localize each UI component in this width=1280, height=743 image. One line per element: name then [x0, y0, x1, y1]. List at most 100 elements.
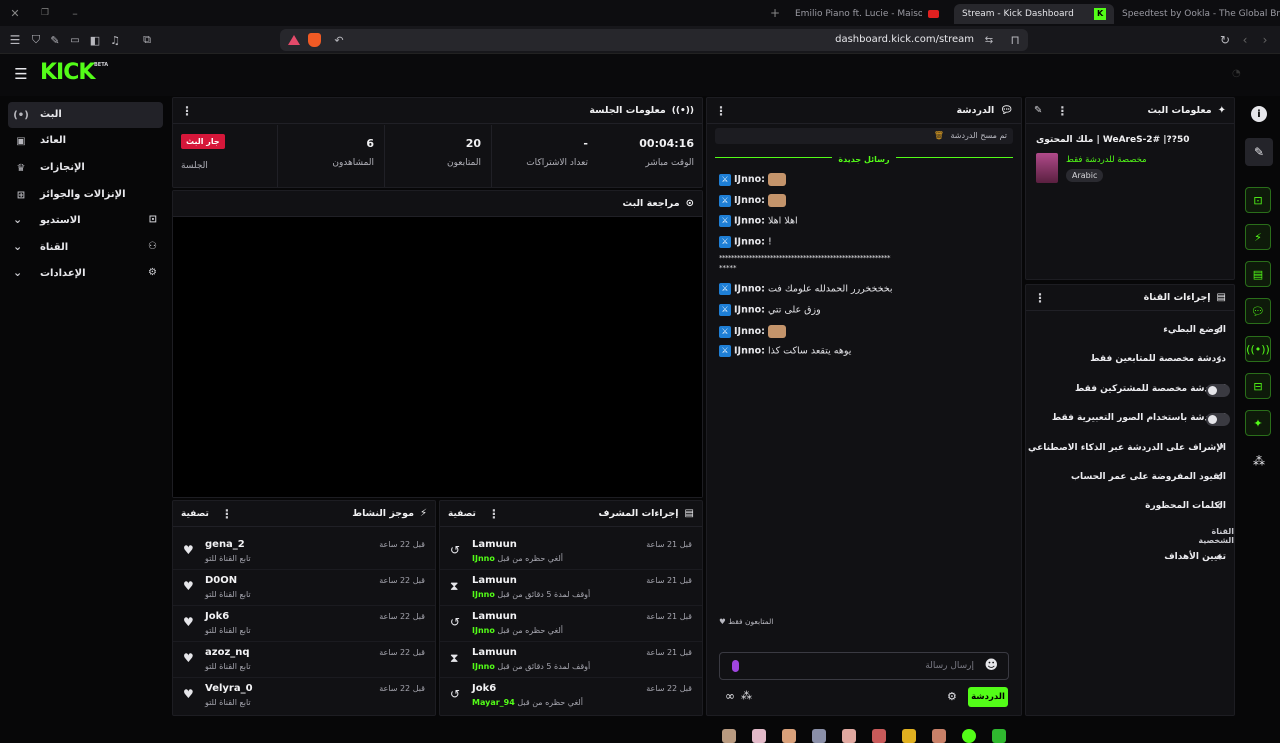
emote-icon[interactable] — [902, 729, 916, 743]
close-window-icon[interactable]: ✕ — [8, 6, 22, 20]
tab-youtube[interactable]: Emilio Piano ft. Lucie - Maison - YouT — [787, 4, 947, 24]
tab-kick-dashboard[interactable]: Stream - Kick Dashboard K — [954, 4, 1114, 24]
more-icon[interactable]: ⋮ — [1056, 104, 1068, 118]
kick-logo[interactable]: KICK — [40, 60, 95, 85]
emote-icon[interactable] — [962, 729, 976, 743]
reload-icon[interactable]: ↻ — [1218, 32, 1232, 48]
more-icon[interactable]: ⋮ — [181, 104, 193, 118]
rail-broadcast-icon[interactable]: ((•)) — [1245, 336, 1271, 362]
kick-points-icon[interactable]: ⁂ — [741, 689, 752, 702]
action-emote-only[interactable]: الدردشة باستخدام الصور التعبيرية فقط — [1026, 405, 1234, 433]
moderator-name[interactable]: IJnno — [472, 662, 495, 671]
username[interactable]: Velyra_0 — [205, 683, 253, 694]
moderator-name[interactable]: Mayar_94 — [472, 698, 515, 707]
emote-icon[interactable] — [722, 729, 736, 743]
avatar[interactable]: ◔ — [1232, 68, 1250, 82]
forward-icon[interactable]: › — [1258, 32, 1272, 48]
chat-username[interactable]: IJnno: — [734, 174, 765, 185]
send-chat-button[interactable]: الدردشة — [968, 687, 1008, 707]
chat-username[interactable]: IJnno: — [734, 237, 765, 248]
chat-username[interactable]: IJnno: — [734, 305, 765, 316]
action-account-age[interactable]: القيود المفروضة على عمر الحساب › — [1026, 464, 1234, 492]
chat-username[interactable]: IJnno: — [734, 326, 765, 337]
username[interactable]: gena_2 — [205, 539, 245, 550]
rail-more-icon[interactable]: ⁂ — [1250, 452, 1268, 470]
emote-icon[interactable] — [842, 729, 856, 743]
shield-icon[interactable]: ⛉ — [29, 32, 43, 48]
action-set-goals[interactable]: تعيين الأهداف › — [1026, 544, 1234, 572]
username[interactable]: D0ON — [205, 575, 237, 586]
rail-bolt-icon[interactable]: ⚡︎ — [1245, 224, 1271, 250]
chat-username[interactable]: IJnno: — [734, 346, 765, 357]
sidebar-item-revenue[interactable]: ▣ العائد — [8, 128, 163, 154]
chat-input[interactable]: ☻ إرسال رسالة — [719, 652, 1009, 680]
emote-icon[interactable] — [872, 729, 886, 743]
tab-speedtest[interactable]: Speedtest by Ookla - The Global Broa — [1114, 4, 1280, 24]
video-player[interactable] — [173, 218, 702, 497]
back-icon[interactable]: ‹ — [1238, 32, 1252, 48]
url-text[interactable]: dashboard.kick.com/stream — [835, 34, 974, 45]
hamburger-icon[interactable]: ☰ — [12, 65, 30, 83]
rail-document-icon[interactable]: ▤ — [1245, 261, 1271, 287]
brave-shield-icon[interactable] — [308, 33, 321, 47]
username[interactable]: azoz_nq — [205, 647, 250, 658]
edit-layout-icon[interactable]: ✎ — [1245, 138, 1273, 166]
chat-username[interactable]: IJnno: — [734, 195, 765, 206]
category-link[interactable]: مخصصة للدردشة فقط — [1066, 155, 1147, 165]
category-thumbnail[interactable] — [1036, 153, 1058, 183]
username[interactable]: Lamuun — [472, 647, 517, 658]
sidebar-item-drops[interactable]: ⊞ الإنزالات والجوائز — [8, 182, 163, 208]
more-icon[interactable]: ⋮ — [1034, 291, 1046, 305]
action-banned-words[interactable]: الكلمات المحظورة › — [1026, 493, 1234, 521]
wallet-icon[interactable]: ▭ — [68, 32, 82, 48]
action-followers-only[interactable]: دردشة مخصصة للمتابعين فقط › — [1026, 346, 1234, 374]
emote-icon[interactable] — [782, 729, 796, 743]
moderator-name[interactable]: IJnno — [472, 554, 495, 563]
username[interactable]: Jok6 — [205, 611, 229, 622]
username[interactable]: Jok6 — [472, 683, 496, 694]
chat-username[interactable]: IJnno: — [734, 284, 765, 295]
mic-icon[interactable] — [732, 660, 739, 672]
filter-button[interactable]: تصفية — [181, 509, 209, 519]
bookmark-icon[interactable]: ⊓ — [1008, 32, 1022, 48]
rail-studio-icon[interactable]: ⊡ — [1245, 187, 1271, 213]
minimize-window-icon[interactable]: – — [68, 6, 82, 20]
rail-wrench-icon[interactable]: ✦ — [1245, 410, 1271, 436]
more-icon[interactable]: ⋮ — [488, 507, 500, 521]
filter-button[interactable]: تصفية — [448, 509, 476, 519]
chat-settings-icon[interactable]: ⚙ — [947, 690, 957, 703]
new-tab-icon[interactable]: + — [768, 6, 782, 20]
sidebar-item-channel[interactable]: ⌄ القناة ⚇ — [8, 235, 163, 261]
more-icon[interactable]: ⋮ — [715, 104, 727, 118]
info-icon[interactable]: i — [1251, 106, 1267, 122]
action-ai-moderation[interactable]: الإشراف على الدردشة عبر الذكاء الاصطناعي… — [1026, 435, 1234, 463]
sidebar-item-studio[interactable]: ⌄ الاستديو ⊡ — [8, 208, 163, 234]
emote-icon[interactable] — [992, 729, 1006, 743]
action-slow-mode[interactable]: الوضع البطيء › — [1026, 317, 1234, 345]
subscribers-only-toggle[interactable] — [1206, 384, 1230, 397]
emote-only-toggle[interactable] — [1206, 413, 1230, 426]
restore-window-icon[interactable]: ❐ — [38, 6, 52, 20]
edit-icon[interactable]: ✎ — [1034, 105, 1042, 116]
sidebar-icon[interactable]: ◧ — [88, 32, 102, 48]
action-subscribers-only[interactable]: الدردشة مخصصة للمشتركين فقط — [1026, 376, 1234, 404]
username[interactable]: Lamuun — [472, 539, 517, 550]
moderator-name[interactable]: IJnno — [472, 590, 495, 599]
address-bar[interactable]: ↶ dashboard.kick.com/stream ⇆ — [280, 29, 1028, 51]
emote-icon[interactable] — [932, 729, 946, 743]
username[interactable]: Lamuun — [472, 611, 517, 622]
rail-layout-icon[interactable]: ⊟ — [1245, 373, 1271, 399]
site-settings-icon[interactable]: ⇆ — [982, 32, 996, 48]
emote-icon[interactable] — [812, 729, 826, 743]
emote-icon[interactable] — [752, 729, 766, 743]
extension-icon[interactable]: ✎ — [48, 32, 62, 48]
brave-rewards-icon[interactable] — [288, 35, 300, 45]
chat-username[interactable]: IJnno: — [734, 216, 765, 227]
screenshot-icon[interactable]: ⧉ — [140, 32, 154, 48]
rail-chat-icon[interactable]: 💬︎ — [1245, 298, 1271, 324]
menu-icon[interactable]: ☰ — [8, 32, 22, 48]
infinity-icon[interactable]: ∞ — [725, 689, 735, 703]
music-icon[interactable]: ♫ — [108, 32, 122, 48]
sidebar-item-settings[interactable]: ⌄ الإعدادات ⚙ — [8, 261, 163, 287]
more-icon[interactable]: ⋮ — [221, 507, 233, 521]
